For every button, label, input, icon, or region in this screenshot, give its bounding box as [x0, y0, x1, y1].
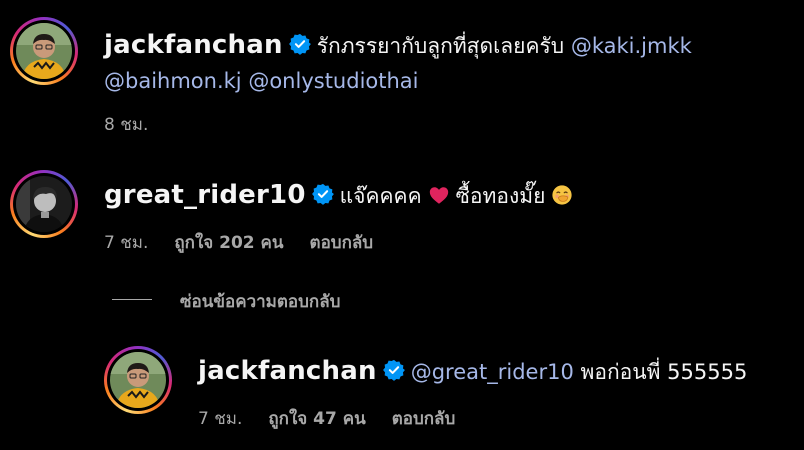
- mention-link[interactable]: @baihmon.kj: [104, 69, 242, 93]
- avatar-story-ring[interactable]: [10, 170, 78, 238]
- timestamp: 7 ชม.: [198, 409, 243, 429]
- avatar[interactable]: [16, 176, 72, 232]
- comment-line-1: jackfanchan รักภรรยากับลูกที่สุดเลยครับ @…: [104, 30, 692, 61]
- hide-replies-button[interactable]: ซ่อนข้อความตอบกลับ: [180, 288, 340, 315]
- reply-button[interactable]: ตอบกลับ: [392, 409, 456, 429]
- verified-badge-icon: [288, 33, 311, 55]
- face-with-hand-over-mouth-icon: [552, 185, 573, 205]
- mention-link[interactable]: @onlystudiothai: [248, 69, 418, 93]
- username[interactable]: jackfanchan: [198, 356, 377, 386]
- avatar-story-ring[interactable]: [104, 346, 172, 414]
- comment-line-1: great_rider10 แจ๊คคคค ซื้อทองมั๊ย: [104, 180, 579, 211]
- avatar[interactable]: [16, 23, 72, 79]
- comment-meta: 7 ชม. ถูกใจ 202 คน ตอบกลับ: [104, 229, 399, 256]
- verified-badge-icon: [382, 359, 405, 381]
- username[interactable]: great_rider10: [104, 180, 306, 210]
- like-count[interactable]: ถูกใจ 47 คน: [268, 409, 365, 429]
- comment-meta: 8 ชม.: [104, 111, 174, 138]
- comment-text: ซื้อทองมั๊ย: [455, 184, 546, 208]
- mention-link[interactable]: @kaki.jmkk: [571, 34, 692, 58]
- comment-line-2: @baihmon.kj @onlystudiothai: [104, 66, 419, 96]
- avatar[interactable]: [110, 352, 166, 408]
- mention-link[interactable]: @great_rider10: [411, 360, 574, 384]
- comment-text: แจ๊คคคค: [339, 184, 422, 208]
- reply-line-1: jackfanchan @great_rider10 พอก่อนพี่ 5555…: [198, 356, 747, 387]
- timestamp: 7 ชม.: [104, 233, 149, 253]
- red-heart-icon: [429, 187, 448, 204]
- like-count[interactable]: ถูกใจ 202 คน: [174, 233, 283, 253]
- replies-divider: [112, 299, 152, 300]
- reply-button[interactable]: ตอบกลับ: [310, 233, 374, 253]
- username[interactable]: jackfanchan: [104, 30, 283, 60]
- avatar-story-ring[interactable]: [10, 17, 78, 85]
- comment-text: รักภรรยากับลูกที่สุดเลยครับ: [316, 34, 565, 58]
- verified-badge-icon: [311, 183, 334, 205]
- reply-meta: 7 ชม. ถูกใจ 47 คน ตอบกลับ: [198, 405, 481, 432]
- timestamp: 8 ชม.: [104, 115, 149, 135]
- reply-text: พอก่อนพี่ 555555: [580, 360, 748, 384]
